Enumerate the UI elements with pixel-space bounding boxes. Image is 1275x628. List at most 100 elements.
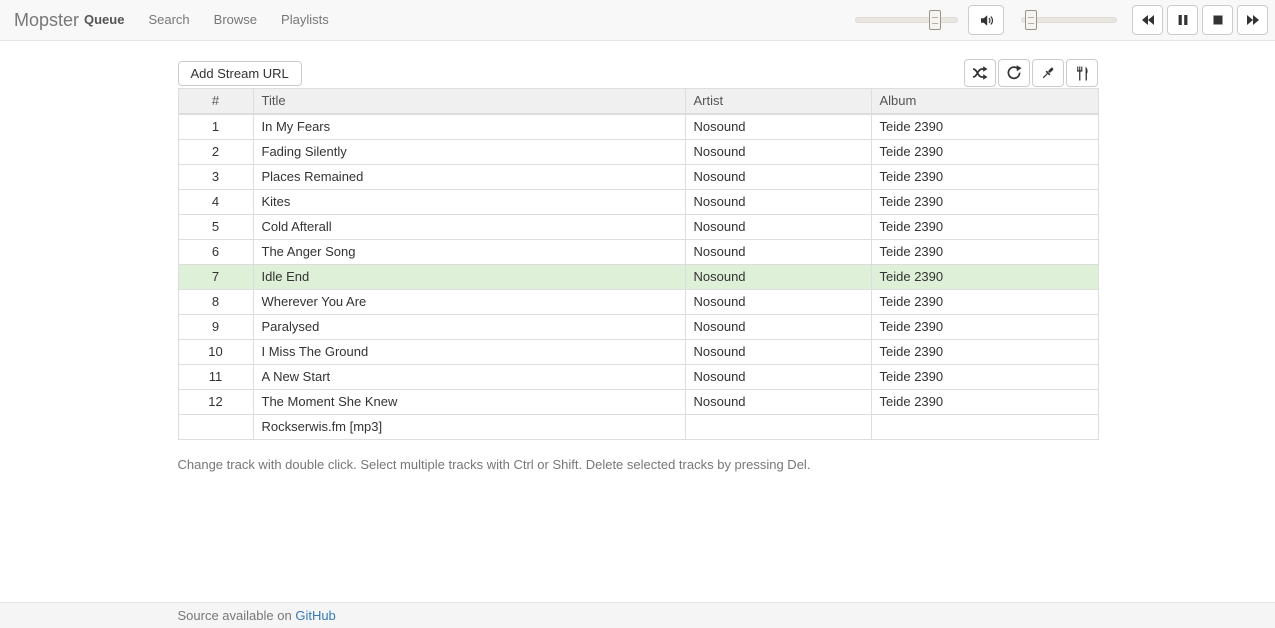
- cell-artist: Nosound: [685, 315, 871, 340]
- cell-num: 7: [178, 265, 253, 290]
- cell-album: Teide 2390: [871, 190, 1098, 215]
- cell-title: The Anger Song: [253, 240, 685, 265]
- cell-artist: Nosound: [685, 215, 871, 240]
- cell-num: 11: [178, 365, 253, 390]
- table-row[interactable]: 2Fading SilentlyNosoundTeide 2390: [178, 140, 1098, 165]
- cell-artist: Nosound: [685, 165, 871, 190]
- cell-album: [871, 415, 1098, 440]
- cell-album: Teide 2390: [871, 114, 1098, 140]
- brand[interactable]: Mopster: [14, 0, 79, 40]
- cell-title: Places Remained: [253, 165, 685, 190]
- fast-backward-icon: [1141, 13, 1155, 27]
- cell-title: Cold Afterall: [253, 215, 685, 240]
- volume-slider[interactable]: [855, 17, 958, 23]
- column-header-artist: Artist: [685, 89, 871, 115]
- cell-artist: Nosound: [685, 190, 871, 215]
- navbar: Mopster Queue Search Browse Playlists: [0, 0, 1275, 41]
- table-row[interactable]: 11A New StartNosoundTeide 2390: [178, 365, 1098, 390]
- volume-slider-handle[interactable]: [929, 10, 941, 30]
- cell-album: Teide 2390: [871, 315, 1098, 340]
- table-row[interactable]: 6The Anger SongNosoundTeide 2390: [178, 240, 1098, 265]
- queue-toolbar: Add Stream URL: [178, 59, 1098, 87]
- cell-num: 2: [178, 140, 253, 165]
- consume-button[interactable]: [1066, 59, 1098, 87]
- queue-table: # Title Artist Album 1In My FearsNosound…: [178, 88, 1099, 440]
- speaker-icon: [979, 13, 994, 28]
- cutlery-icon: [1075, 66, 1089, 81]
- cell-artist: Nosound: [685, 240, 871, 265]
- shuffle-icon: [972, 65, 988, 81]
- cell-num: 12: [178, 390, 253, 415]
- cell-title: In My Fears: [253, 114, 685, 140]
- table-row[interactable]: 10I Miss The GroundNosoundTeide 2390: [178, 340, 1098, 365]
- repeat-icon: [1006, 65, 1022, 81]
- cell-artist: Nosound: [685, 114, 871, 140]
- nav-item-queue[interactable]: Queue: [72, 0, 136, 40]
- github-link[interactable]: GitHub: [295, 608, 335, 623]
- cell-album: Teide 2390: [871, 265, 1098, 290]
- column-header-album: Album: [871, 89, 1098, 115]
- pause-button[interactable]: [1167, 5, 1198, 35]
- table-row[interactable]: 9ParalysedNosoundTeide 2390: [178, 315, 1098, 340]
- table-header-row: # Title Artist Album: [178, 89, 1098, 115]
- cell-title: A New Start: [253, 365, 685, 390]
- cell-title: The Moment She Knew: [253, 390, 685, 415]
- cell-title: Wherever You Are: [253, 290, 685, 315]
- cell-num: 9: [178, 315, 253, 340]
- cell-num: 1: [178, 114, 253, 140]
- seek-slider-handle[interactable]: [1025, 10, 1037, 30]
- cell-num: [178, 415, 253, 440]
- nav-item-playlists[interactable]: Playlists: [269, 0, 341, 40]
- shuffle-button[interactable]: [964, 59, 996, 87]
- table-row[interactable]: 5Cold AfterallNosoundTeide 2390: [178, 215, 1098, 240]
- cell-album: Teide 2390: [871, 240, 1098, 265]
- repeat-button[interactable]: [998, 59, 1030, 87]
- cell-album: Teide 2390: [871, 165, 1098, 190]
- transport-controls: [1132, 5, 1268, 35]
- cell-title: Paralysed: [253, 315, 685, 340]
- cell-album: Teide 2390: [871, 365, 1098, 390]
- cell-title: Rockserwis.fm [mp3]: [253, 415, 685, 440]
- table-row[interactable]: 7Idle EndNosoundTeide 2390: [178, 265, 1098, 290]
- cell-num: 4: [178, 190, 253, 215]
- stop-icon: [1211, 13, 1225, 27]
- main-nav: Queue Search Browse Playlists: [72, 0, 341, 40]
- cell-artist: Nosound: [685, 365, 871, 390]
- volume-button[interactable]: [968, 5, 1004, 35]
- cell-artist: Nosound: [685, 140, 871, 165]
- column-header-title: Title: [253, 89, 685, 115]
- table-row[interactable]: 3Places RemainedNosoundTeide 2390: [178, 165, 1098, 190]
- next-button[interactable]: [1237, 5, 1268, 35]
- cell-album: Teide 2390: [871, 390, 1098, 415]
- previous-button[interactable]: [1132, 5, 1163, 35]
- cell-num: 3: [178, 165, 253, 190]
- queue-body: 1In My FearsNosoundTeide 23902Fading Sil…: [178, 114, 1098, 440]
- cell-num: 6: [178, 240, 253, 265]
- pause-icon: [1176, 13, 1190, 27]
- pin-icon: [1040, 65, 1056, 81]
- cell-album: Teide 2390: [871, 290, 1098, 315]
- cell-num: 5: [178, 215, 253, 240]
- table-row[interactable]: 1In My FearsNosoundTeide 2390: [178, 114, 1098, 140]
- nav-item-browse[interactable]: Browse: [202, 0, 269, 40]
- cell-title: I Miss The Ground: [253, 340, 685, 365]
- cell-artist: Nosound: [685, 340, 871, 365]
- add-stream-url-button[interactable]: Add Stream URL: [178, 61, 302, 86]
- nav-item-search[interactable]: Search: [136, 0, 201, 40]
- cell-artist: Nosound: [685, 265, 871, 290]
- cell-artist: Nosound: [685, 290, 871, 315]
- table-row[interactable]: 4KitesNosoundTeide 2390: [178, 190, 1098, 215]
- footer: Source available on GitHub: [0, 602, 1275, 628]
- seek-slider[interactable]: [1021, 17, 1117, 23]
- cell-title: Idle End: [253, 265, 685, 290]
- queue-page: Add Stream URL: [178, 59, 1098, 472]
- table-row[interactable]: 8Wherever You AreNosoundTeide 2390: [178, 290, 1098, 315]
- table-row[interactable]: Rockserwis.fm [mp3]: [178, 415, 1098, 440]
- stop-button[interactable]: [1202, 5, 1233, 35]
- cell-album: Teide 2390: [871, 140, 1098, 165]
- column-header-number: #: [178, 89, 253, 115]
- cell-num: 10: [178, 340, 253, 365]
- cell-title: Fading Silently: [253, 140, 685, 165]
- table-row[interactable]: 12The Moment She KnewNosoundTeide 2390: [178, 390, 1098, 415]
- single-button[interactable]: [1032, 59, 1064, 87]
